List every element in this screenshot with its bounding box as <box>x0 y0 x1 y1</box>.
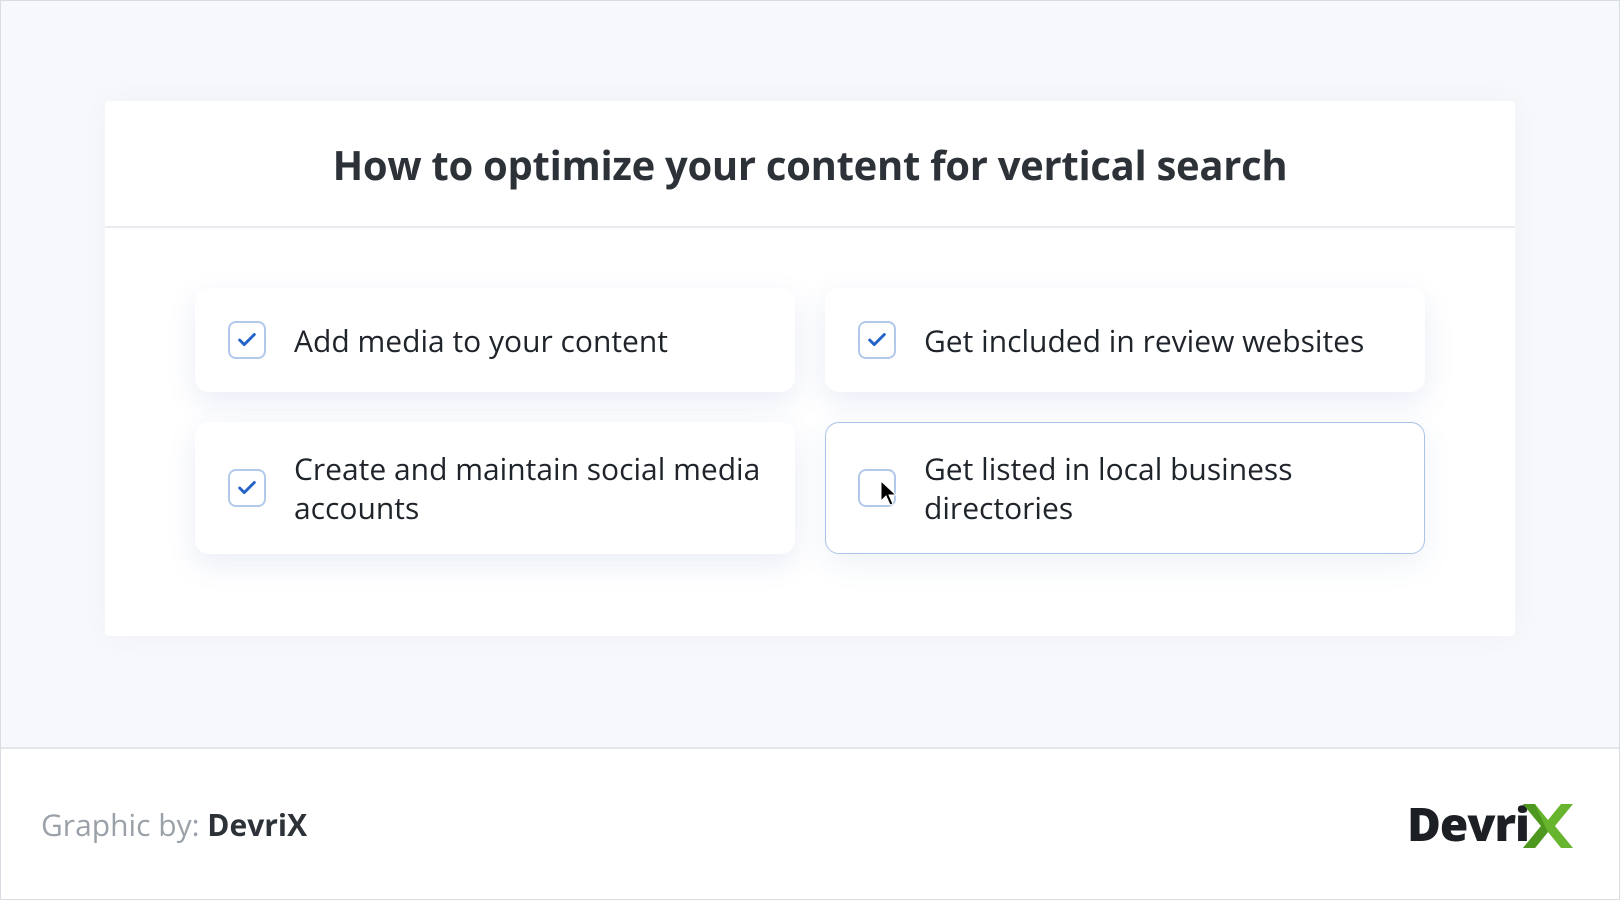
footer: Graphic by: DevriX Devri <box>1 747 1619 899</box>
logo-text: Devri <box>1407 793 1529 855</box>
checklist: Add media to your content Get included i… <box>105 228 1515 636</box>
logo: Devri <box>1407 790 1579 858</box>
attribution-prefix: Graphic by: <box>41 804 207 845</box>
logo-x-icon <box>1517 790 1579 858</box>
main-card: How to optimize your content for vertica… <box>105 101 1515 636</box>
checkbox[interactable] <box>858 469 896 507</box>
checklist-item-label: Get included in review websites <box>924 321 1364 360</box>
page-title: How to optimize your content for vertica… <box>145 137 1475 192</box>
attribution: Graphic by: DevriX <box>41 804 307 845</box>
attribution-brand: DevriX <box>207 804 307 845</box>
checklist-item-label: Add media to your content <box>294 321 668 360</box>
checklist-item[interactable]: Add media to your content <box>195 288 795 392</box>
check-icon <box>866 329 888 351</box>
checklist-item[interactable]: Create and maintain social media account… <box>195 422 795 554</box>
checklist-item[interactable]: Get included in review websites <box>825 288 1425 392</box>
checkbox[interactable] <box>228 321 266 359</box>
check-icon <box>236 329 258 351</box>
title-section: How to optimize your content for vertica… <box>105 101 1515 228</box>
checklist-item[interactable]: Get listed in local business directories <box>825 422 1425 554</box>
checkbox[interactable] <box>228 469 266 507</box>
checkbox[interactable] <box>858 321 896 359</box>
checklist-item-label: Create and maintain social media account… <box>294 449 762 527</box>
checklist-item-label: Get listed in local business directories <box>924 449 1392 527</box>
check-icon <box>236 477 258 499</box>
